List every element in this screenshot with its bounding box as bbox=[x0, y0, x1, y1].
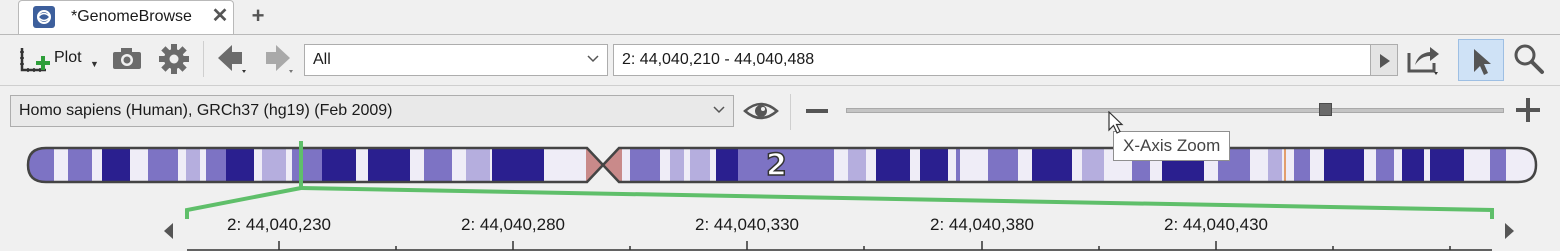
zoom-in-icon[interactable] bbox=[1516, 98, 1540, 122]
go-button[interactable] bbox=[1370, 44, 1398, 76]
export-button[interactable] bbox=[1404, 41, 1444, 77]
forward-arrow-icon bbox=[266, 45, 293, 73]
forward-button[interactable] bbox=[260, 41, 298, 77]
close-tab-icon[interactable]: ✕ bbox=[209, 5, 231, 27]
magnifier-icon bbox=[1514, 44, 1544, 74]
tab-title: *GenomeBrowse bbox=[71, 8, 192, 25]
locus-input[interactable]: 2: 44,040,210 - 44,040,488 bbox=[613, 44, 1371, 76]
gear-icon bbox=[159, 44, 189, 74]
track-filter-value: All bbox=[313, 51, 331, 68]
scroll-right-icon[interactable] bbox=[1504, 222, 1516, 240]
settings-button[interactable] bbox=[156, 41, 192, 77]
add-plot-icon bbox=[20, 48, 50, 72]
zoom-slider-thumb[interactable] bbox=[1319, 103, 1332, 116]
ruler-tick-label: 2: 44,040,380 bbox=[930, 215, 1034, 234]
genome-select[interactable]: Homo sapiens (Human), GRCh37 (hg19) (Feb… bbox=[10, 95, 734, 127]
scroll-left-icon[interactable] bbox=[162, 222, 174, 240]
ruler-tick-label: 2: 44,040,280 bbox=[461, 215, 565, 234]
ruler-tick-label: 2: 44,040,330 bbox=[695, 215, 799, 234]
track-filter-select[interactable]: All bbox=[304, 44, 608, 76]
chromosome-label: 2 bbox=[765, 147, 787, 184]
toolbar-separator bbox=[790, 94, 791, 130]
zoom-tooltip: X-Axis Zoom bbox=[1113, 131, 1231, 161]
back-arrow-icon bbox=[218, 45, 246, 73]
zoom-out-icon[interactable] bbox=[806, 102, 828, 120]
coordinate-ruler bbox=[187, 241, 1492, 251]
chevron-down-icon bbox=[713, 102, 725, 116]
camera-icon bbox=[113, 48, 141, 69]
tab-bar: *GenomeBrowse ✕ + bbox=[0, 0, 1560, 35]
x-axis-zoom-slider[interactable] bbox=[846, 108, 1504, 113]
main-toolbar: Plot ▼ All 2: 44,040,210 - 44,040,488 bbox=[0, 35, 1560, 86]
genome-zoom-bar: Homo sapiens (Human), GRCh37 (hg19) (Feb… bbox=[0, 86, 1560, 136]
export-icon bbox=[1407, 47, 1439, 75]
mouse-cursor-icon bbox=[1108, 111, 1124, 134]
genome-app-icon bbox=[33, 6, 55, 28]
ruler-tick-label: 2: 44,040,430 bbox=[1164, 215, 1268, 234]
back-button[interactable] bbox=[214, 41, 252, 77]
ruler-tick-label: 2: 44,040,230 bbox=[227, 215, 331, 234]
plot-label: Plot bbox=[54, 49, 82, 66]
plot-button[interactable]: Plot ▼ bbox=[14, 41, 104, 77]
select-tool-button[interactable] bbox=[1458, 39, 1504, 81]
visibility-button[interactable] bbox=[742, 94, 780, 128]
plot-dropdown-icon[interactable]: ▼ bbox=[90, 59, 99, 69]
pointer-icon bbox=[1474, 49, 1491, 75]
toolbar-separator bbox=[203, 41, 204, 77]
genome-value: Homo sapiens (Human), GRCh37 (hg19) (Feb… bbox=[19, 102, 393, 119]
locus-value: 2: 44,040,210 - 44,040,488 bbox=[622, 51, 815, 68]
eye-icon bbox=[743, 102, 779, 120]
new-tab-icon[interactable]: + bbox=[247, 4, 269, 28]
snapshot-button[interactable] bbox=[110, 41, 144, 77]
tab-genomebrowse[interactable]: *GenomeBrowse ✕ bbox=[18, 0, 234, 34]
play-icon bbox=[1380, 54, 1390, 68]
chevron-down-icon bbox=[587, 51, 599, 65]
search-button[interactable] bbox=[1510, 41, 1546, 77]
